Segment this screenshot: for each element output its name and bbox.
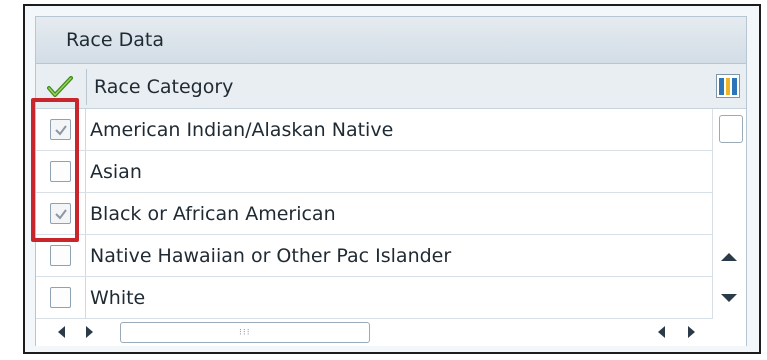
header-separator [86,69,87,105]
triangle-up-icon[interactable] [721,253,737,261]
row-checkbox[interactable] [50,119,71,140]
row-selector [36,235,86,276]
triangle-right-icon[interactable] [86,326,93,338]
triangle-right-icon[interactable] [688,326,695,338]
row-selector [36,109,86,150]
race-category-cell: Asian [90,161,142,183]
race-category-table: Race Category American Indian/Alaskan Na… [35,64,747,346]
row-selector [36,277,86,318]
race-category-cell: White [90,287,146,309]
vertical-scrollbar[interactable] [712,109,746,319]
triangle-down-icon[interactable] [721,294,737,302]
horizontal-scrollbar[interactable]: ⁝⁝⁝ [36,319,746,345]
row-checkbox[interactable] [50,287,71,308]
row-selector [36,151,86,192]
race-data-panel: Race Data Race Category American Indian/… [23,4,761,354]
vertical-scroll-thumb[interactable] [719,115,743,143]
table-header-row: Race Category [36,64,746,109]
row-checkbox[interactable] [50,203,71,224]
triangle-left-icon[interactable] [658,326,665,338]
triangle-left-icon[interactable] [58,326,65,338]
table-row[interactable]: Asian [36,151,712,193]
column-layout-icon[interactable] [716,74,740,98]
row-checkbox[interactable] [50,245,71,266]
race-category-cell: Native Hawaiian or Other Pac Islander [90,245,452,267]
panel-title: Race Data [66,29,164,51]
table-row[interactable]: Black or African American [36,193,712,235]
table-row[interactable]: White [36,277,712,319]
select-all-checkmark-icon[interactable] [42,74,78,100]
table-row[interactable]: American Indian/Alaskan Native [36,109,712,151]
grip-dots-icon: ⁝⁝⁝ [239,328,251,338]
race-category-cell: American Indian/Alaskan Native [90,119,394,141]
panel-title-bar: Race Data [35,16,747,64]
column-header-race-category[interactable]: Race Category [94,76,233,98]
horizontal-scroll-thumb[interactable]: ⁝⁝⁝ [120,322,370,343]
race-category-cell: Black or African American [90,203,336,225]
row-selector [36,193,86,234]
row-checkbox[interactable] [50,161,71,182]
table-row[interactable]: Native Hawaiian or Other Pac Islander [36,235,712,277]
